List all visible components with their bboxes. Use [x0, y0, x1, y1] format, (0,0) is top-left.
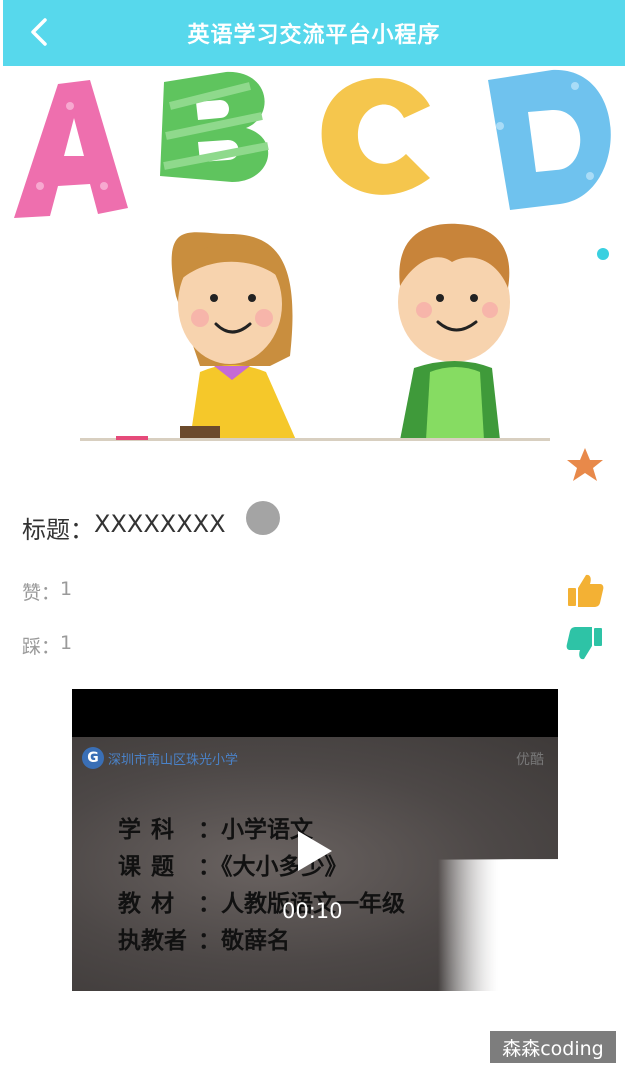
slide-line: 执教者 ：敬薛名 — [118, 922, 405, 959]
like-label: 赞： — [22, 582, 61, 604]
like-count: 1 — [60, 578, 73, 600]
slide-line-value: ：敬薛名 — [198, 927, 290, 954]
boy-illustration — [398, 223, 510, 440]
touch-indicator — [246, 501, 280, 535]
slide-line: 学科 ：小学语文 — [118, 811, 405, 848]
dislike-count: 1 — [60, 632, 73, 654]
thumbs-down-icon[interactable] — [566, 624, 604, 662]
video-watermark: 优酷 — [516, 752, 544, 768]
video-slide-text: 学科 ：小学语文 课题 ：《大小多少》 教材 ：人教版语文一年级 执教者 ：敬薛名 — [118, 811, 405, 959]
thumbs-up-icon[interactable] — [566, 572, 604, 610]
play-icon[interactable] — [294, 829, 334, 873]
slide-line-label: 课题 — [118, 853, 184, 880]
letter-c-graphic — [321, 78, 430, 195]
page-title: 英语学习交流平台小程序 — [187, 23, 441, 48]
indicator-dot — [597, 248, 609, 260]
letter-b-graphic — [160, 71, 269, 182]
title-label: 标题： — [22, 516, 94, 544]
hero-image — [0, 66, 626, 446]
letter-d-graphic — [488, 69, 611, 210]
school-logo-icon: G — [82, 747, 104, 769]
girl-illustration — [171, 232, 296, 440]
dislike-stat: 踩： 1 — [22, 632, 72, 659]
navbar: 英语学习交流平台小程序 — [3, 0, 625, 66]
slide-line-label: 学科 — [118, 816, 184, 843]
watermark-badge: 森森coding — [490, 1031, 616, 1063]
video-top-bar — [72, 689, 558, 737]
post-title: 标题： XXXXXXXX — [22, 510, 226, 545]
slide-line-label: 教材 — [118, 890, 184, 917]
title-value: XXXXXXXX — [94, 510, 226, 538]
slide-line: 教材 ：人教版语文一年级 — [118, 885, 405, 922]
school-logo: G 深圳市南山区珠光小学 — [82, 747, 238, 769]
school-name: 深圳市南山区珠光小学 — [108, 752, 239, 768]
like-stat: 赞： 1 — [22, 578, 72, 605]
slide-line-label: 执教者 — [118, 927, 187, 954]
slide-line: 课题 ：《大小多少》 — [118, 848, 405, 885]
back-arrow-icon[interactable] — [23, 12, 57, 52]
video-time: 00:10 — [282, 899, 343, 923]
favorite-star-icon[interactable] — [566, 446, 604, 484]
letter-a-graphic — [14, 80, 128, 218]
dislike-label: 踩： — [22, 636, 61, 658]
desk-line — [80, 438, 550, 441]
